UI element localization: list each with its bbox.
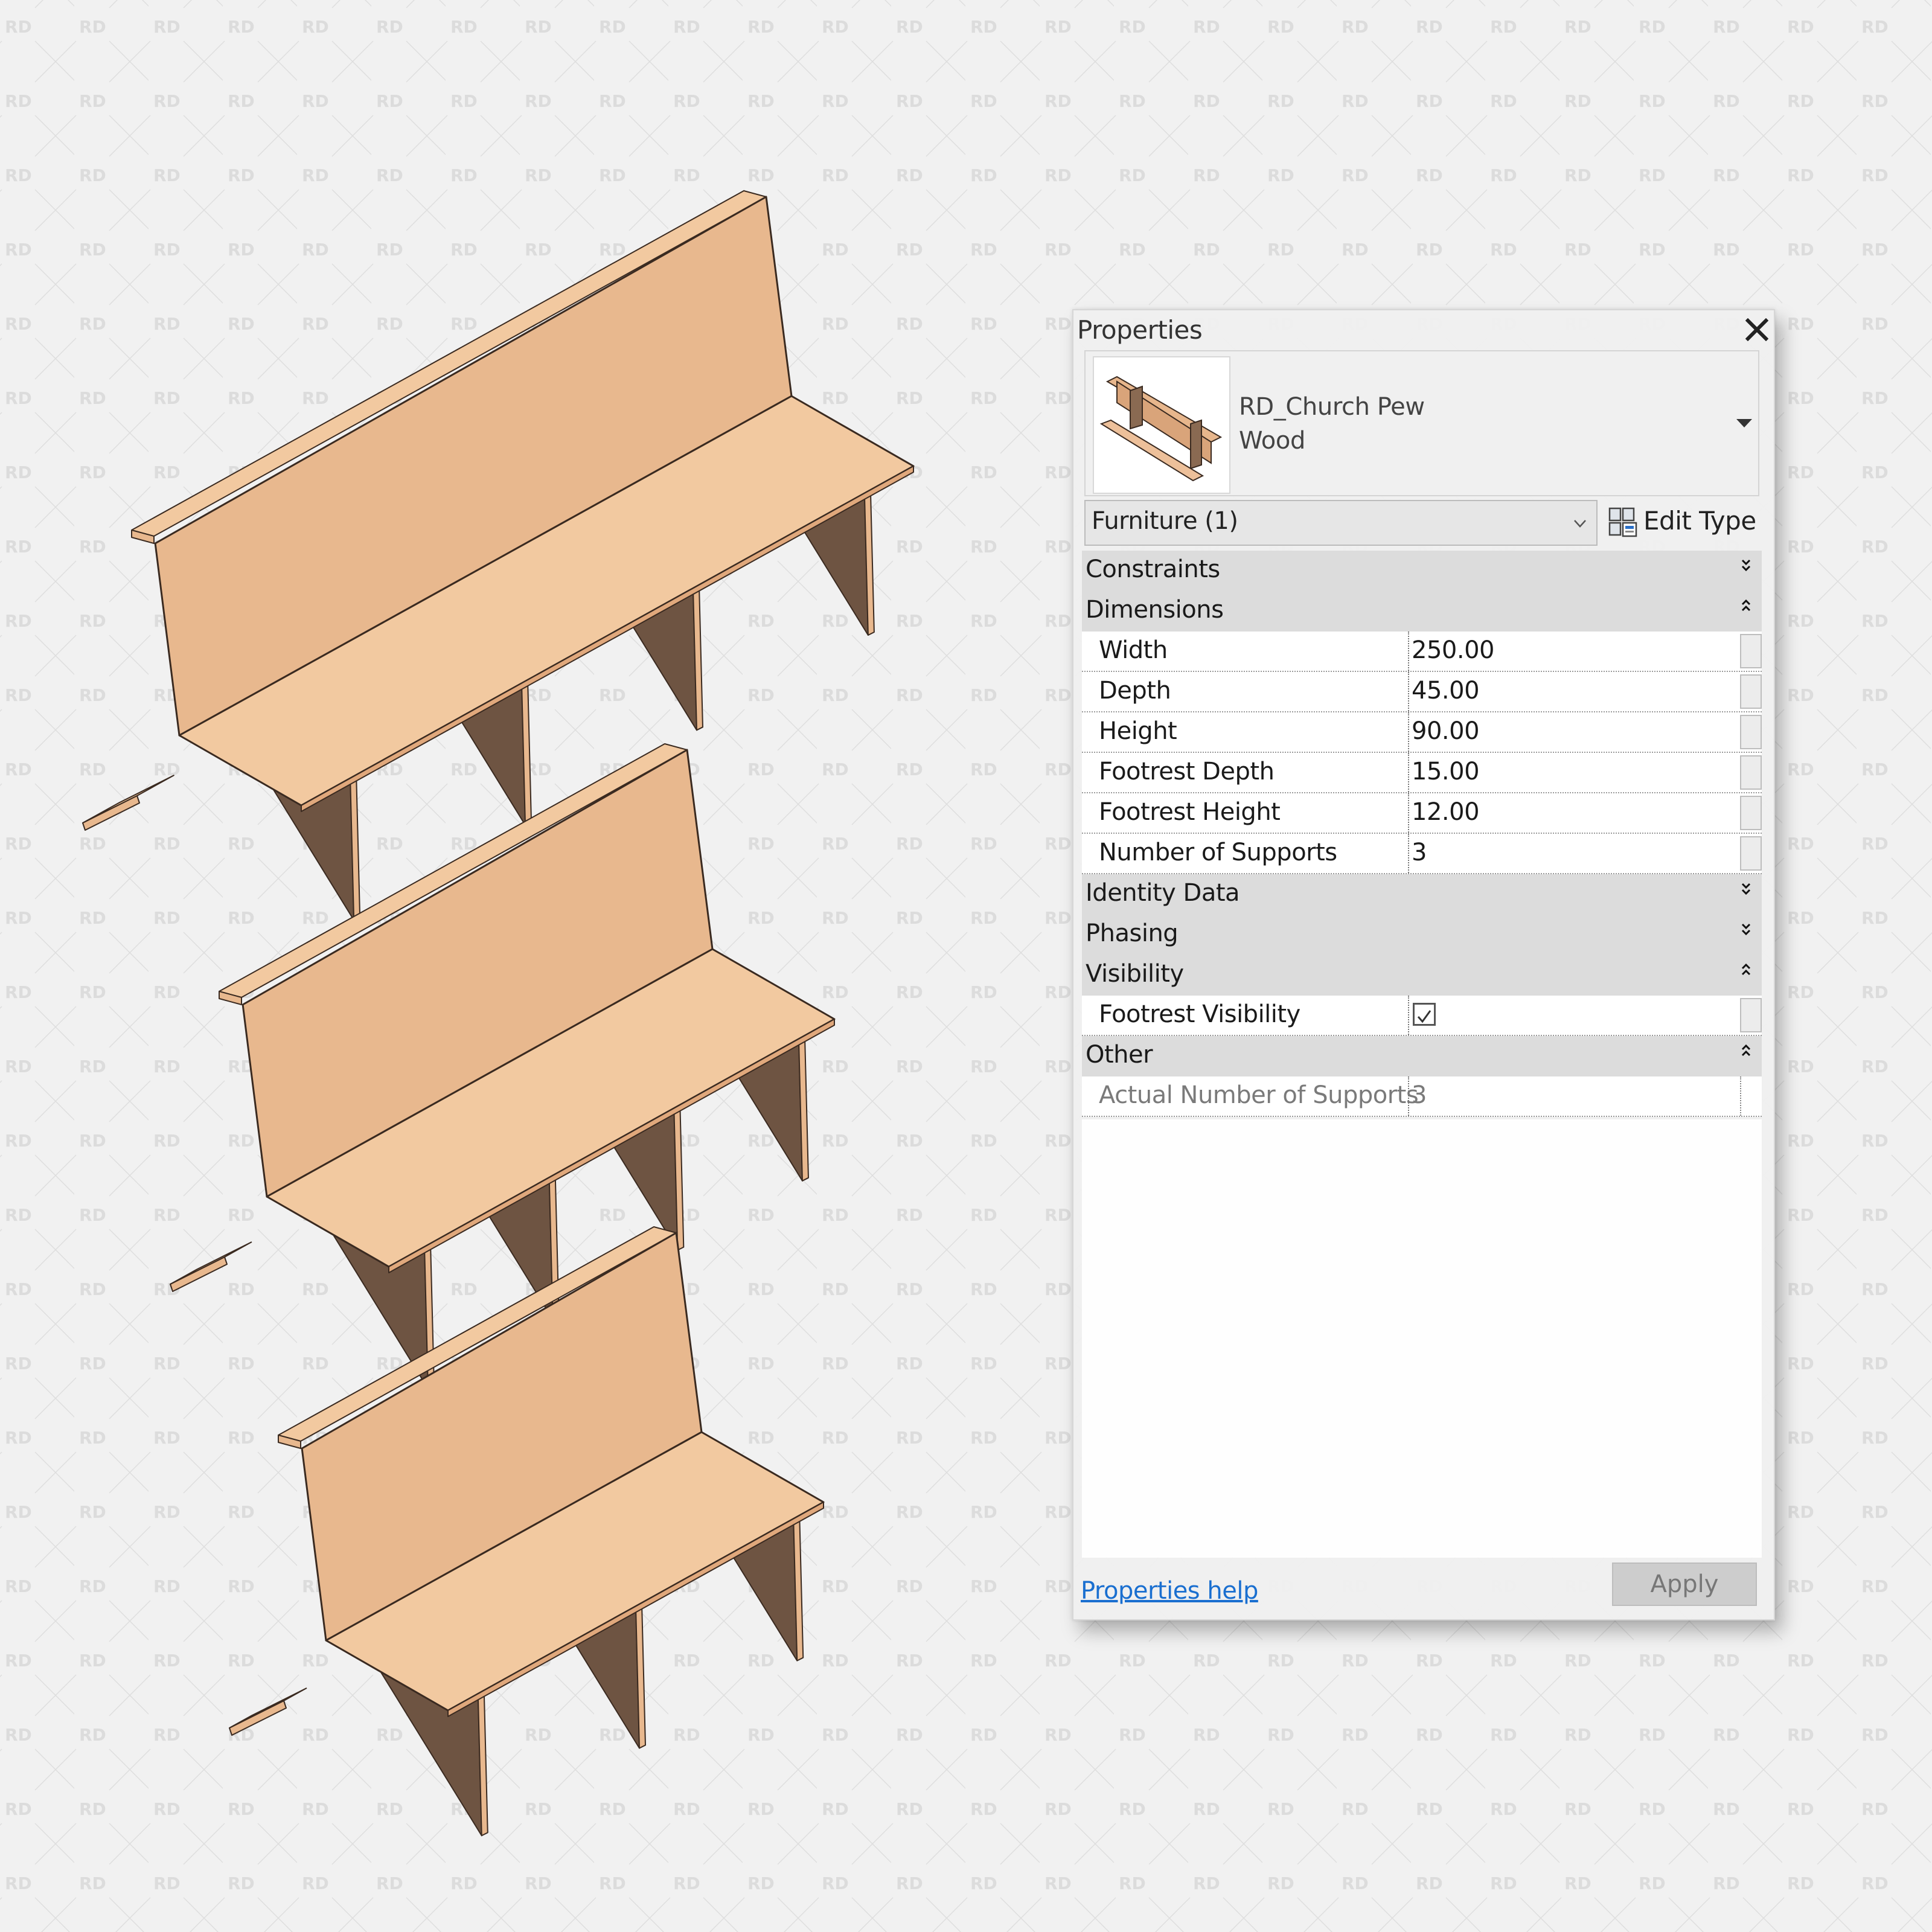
church-pew-thumbnail-icon: [1099, 376, 1223, 482]
property-label: Width: [1099, 636, 1168, 664]
property-value: 250.00: [1412, 636, 1494, 664]
expand-icon[interactable]: [1740, 879, 1752, 901]
width-field[interactable]: 250.00: [1408, 632, 1738, 671]
church-pew-small[interactable]: [229, 1226, 825, 1837]
footrest-edge: [82, 795, 140, 831]
property-grid-empty-area: [1082, 1119, 1762, 1558]
footrest-depth-field[interactable]: 15.00: [1408, 753, 1738, 792]
edit-type-icon: [1608, 507, 1637, 537]
footrest-height-field[interactable]: 12.00: [1408, 793, 1738, 833]
group-label: Other: [1086, 1041, 1153, 1069]
group-label: Identity Data: [1086, 879, 1240, 907]
collapse-icon[interactable]: [1740, 1041, 1752, 1063]
footrest: [82, 775, 174, 824]
group-identity-data[interactable]: Identity Data: [1082, 874, 1762, 915]
close-icon: [1745, 318, 1768, 341]
edit-type-label: Edit Type: [1643, 506, 1756, 536]
group-label: Dimensions: [1086, 596, 1224, 624]
footrest-edge: [229, 1700, 287, 1736]
category-filter-dropdown[interactable]: Furniture (1): [1084, 500, 1598, 546]
associate-parameter-button[interactable]: [1740, 634, 1762, 668]
property-row-depth: Depth 45.00: [1082, 672, 1762, 712]
property-value: 3: [1412, 1081, 1427, 1109]
collapse-icon[interactable]: [1740, 960, 1752, 982]
number-of-supports-field[interactable]: 3: [1408, 834, 1738, 873]
church-pew-large[interactable]: [82, 190, 915, 921]
associate-parameter-button[interactable]: [1740, 674, 1762, 709]
panel-title: Properties: [1077, 315, 1203, 345]
associate-parameter-button[interactable]: [1740, 796, 1762, 830]
properties-help-link[interactable]: Properties help: [1081, 1577, 1258, 1605]
property-row-height: Height 90.00: [1082, 712, 1762, 753]
associate-parameter-button[interactable]: [1740, 998, 1762, 1032]
property-row-footrest-visibility: Footrest Visibility: [1082, 996, 1762, 1036]
expand-icon[interactable]: [1740, 920, 1752, 941]
checkmark-icon: [1417, 1010, 1431, 1023]
triangle-down-icon[interactable]: [1736, 419, 1752, 427]
property-value: 90.00: [1412, 717, 1480, 745]
collapse-icon[interactable]: [1740, 596, 1752, 618]
type-thumbnail: [1093, 356, 1230, 494]
footrest: [170, 1241, 252, 1285]
group-label: Phasing: [1086, 920, 1179, 947]
close-button[interactable]: [1742, 315, 1771, 344]
property-row-footrest-depth: Footrest Depth 15.00: [1082, 753, 1762, 793]
column-divider: [1740, 1076, 1741, 1116]
property-row-footrest-height: Footrest Height 12.00: [1082, 793, 1762, 834]
chevron-down-icon: [1574, 520, 1586, 528]
type-name-value: Wood: [1239, 427, 1305, 455]
property-label: Height: [1099, 717, 1177, 745]
property-row-number-of-supports: Number of Supports 3: [1082, 834, 1762, 874]
group-dimensions[interactable]: Dimensions: [1082, 591, 1762, 632]
group-label: Constraints: [1086, 555, 1220, 583]
family-name: RD_Church Pew: [1239, 393, 1425, 421]
property-grid: Constraints Dimensions Width 250.00 Dept…: [1082, 551, 1762, 1117]
footrest-visibility-cell: [1408, 996, 1738, 1035]
type-name: RD_Church Pew Wood: [1239, 390, 1425, 458]
group-constraints[interactable]: Constraints: [1082, 551, 1762, 591]
edit-type-button[interactable]: Edit Type: [1606, 500, 1762, 546]
type-selector[interactable]: RD_Church Pew Wood: [1084, 350, 1759, 496]
actual-number-of-supports-value: 3: [1408, 1076, 1738, 1116]
property-label: Footrest Visibility: [1099, 1000, 1300, 1028]
church-pew-medium[interactable]: [170, 743, 836, 1390]
depth-field[interactable]: 45.00: [1408, 672, 1738, 711]
expand-icon[interactable]: [1740, 555, 1752, 577]
property-value: 12.00: [1412, 798, 1480, 826]
property-value: 3: [1412, 839, 1427, 866]
footrest-visibility-checkbox[interactable]: [1413, 1003, 1436, 1026]
property-value: 45.00: [1412, 677, 1480, 705]
property-row-actual-number-of-supports: Actual Number of Supports 3: [1082, 1076, 1762, 1117]
associate-parameter-button[interactable]: [1740, 755, 1762, 790]
property-label: Depth: [1099, 677, 1171, 705]
property-value: 15.00: [1412, 758, 1480, 785]
group-visibility[interactable]: Visibility: [1082, 955, 1762, 996]
property-label: Number of Supports: [1099, 839, 1337, 866]
properties-panel: Properties RD_Church Pew Wood Furniture …: [1072, 309, 1775, 1620]
property-label: Actual Number of Supports: [1099, 1081, 1419, 1109]
group-phasing[interactable]: Phasing: [1082, 915, 1762, 955]
property-row-width: Width 250.00: [1082, 632, 1762, 672]
category-filter-value: Furniture (1): [1092, 507, 1238, 535]
associate-parameter-button[interactable]: [1740, 836, 1762, 871]
property-label: Footrest Depth: [1099, 758, 1275, 785]
apply-button[interactable]: Apply: [1612, 1563, 1757, 1606]
footrest: [229, 1687, 307, 1729]
property-label: Footrest Height: [1099, 798, 1281, 826]
associate-parameter-button[interactable]: [1740, 715, 1762, 749]
group-other[interactable]: Other: [1082, 1036, 1762, 1076]
height-field[interactable]: 90.00: [1408, 712, 1738, 752]
panel-footer: Properties help Apply: [1073, 1558, 1774, 1620]
group-label: Visibility: [1086, 960, 1184, 988]
footrest-edge: [170, 1256, 228, 1292]
